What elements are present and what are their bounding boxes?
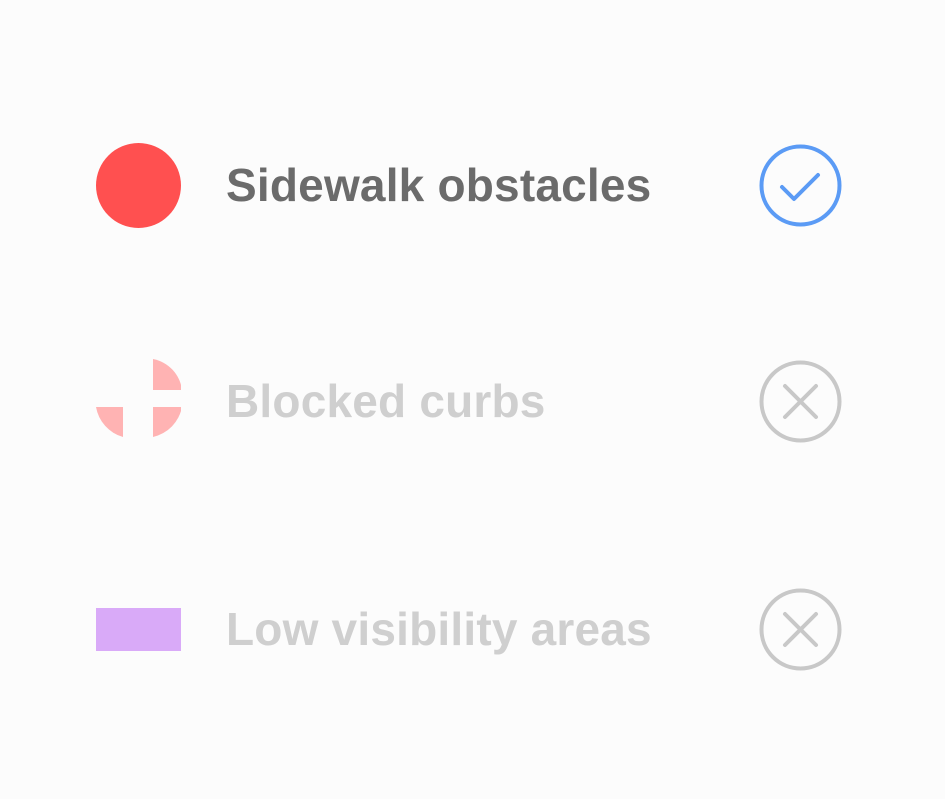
purple-rectangle-icon <box>96 587 181 672</box>
legend-item-label: Low visibility areas <box>226 603 652 655</box>
red-circle-icon <box>96 143 181 228</box>
legend-item-label: Sidewalk obstacles <box>226 159 652 211</box>
legend-item-sidewalk-obstacles[interactable]: Sidewalk obstacles <box>0 135 945 235</box>
check-circle-icon[interactable] <box>758 143 843 228</box>
x-circle-icon[interactable] <box>758 359 843 444</box>
legend-item-low-visibility-areas[interactable]: Low visibility areas <box>0 579 945 679</box>
x-circle-icon[interactable] <box>758 587 843 672</box>
legend-item-label: Blocked curbs <box>226 375 546 427</box>
quartered-circle-icon <box>96 359 181 444</box>
legend-item-blocked-curbs[interactable]: Blocked curbs <box>0 351 945 451</box>
